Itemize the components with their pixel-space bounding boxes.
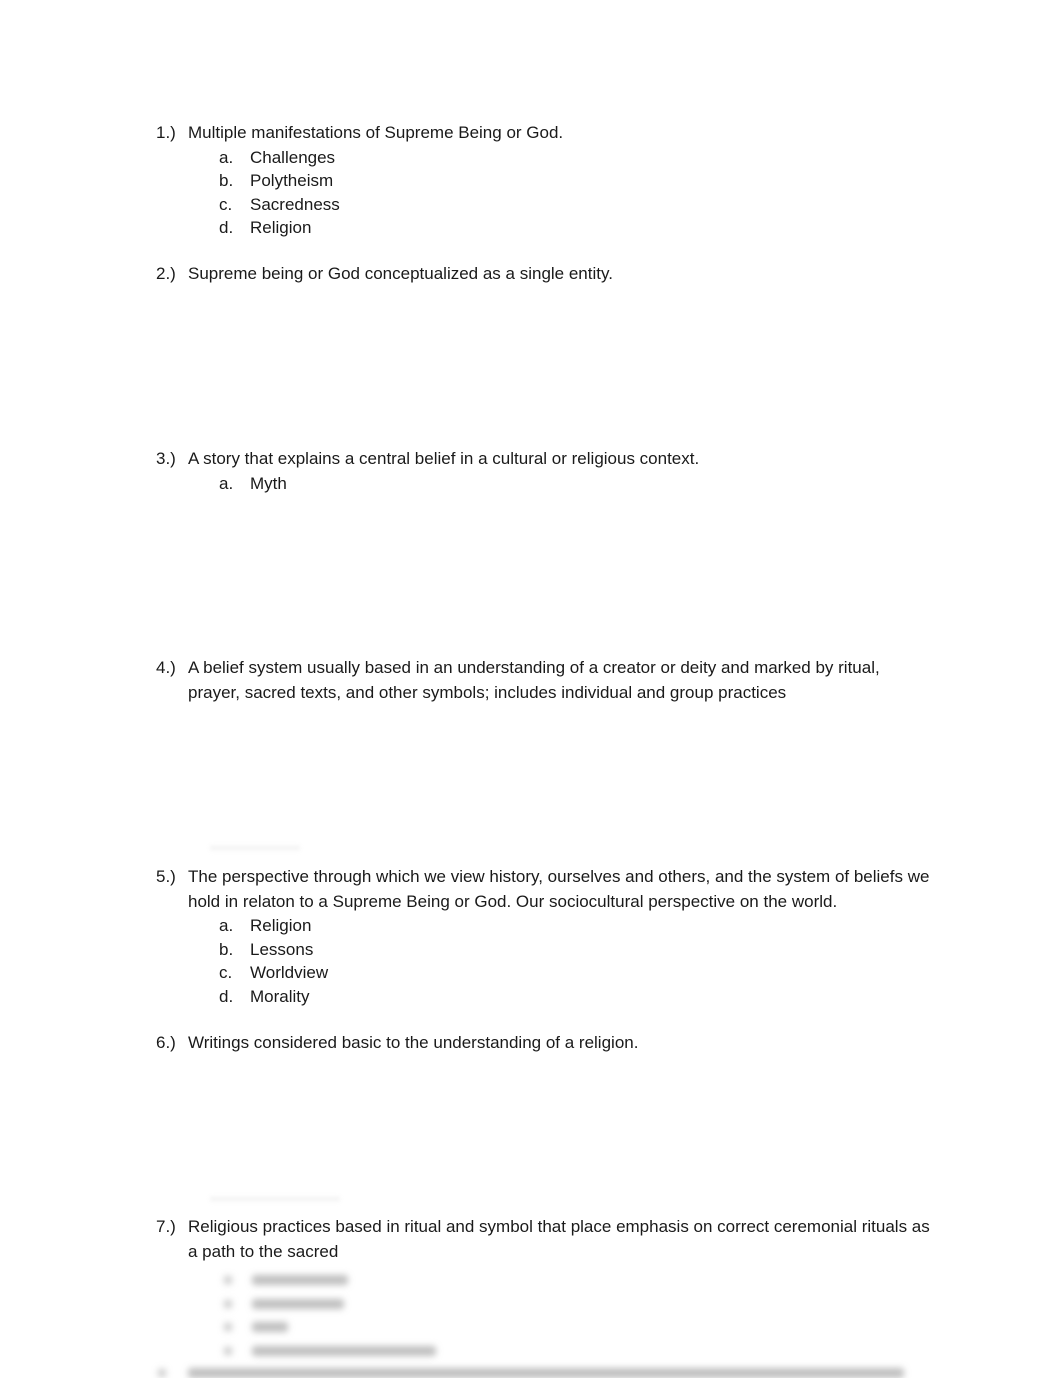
page-break-shadow — [210, 846, 300, 852]
page-break-shadow — [210, 1197, 340, 1203]
blurred-option-letter — [224, 1347, 232, 1355]
blurred-question-number — [158, 1369, 166, 1377]
option-text: Religion — [250, 218, 312, 237]
question-number: 7.) — [156, 1217, 176, 1236]
question-2: 2.) Supreme being or God conceptualized … — [156, 262, 936, 287]
option-text: Religion — [250, 916, 312, 935]
answer-option: b. Polytheism — [219, 169, 936, 193]
option-text: Lessons — [250, 939, 314, 959]
question-number: 5.) — [156, 867, 176, 886]
answer-option: c. Worldview — [219, 961, 936, 985]
answer-option: a. Religion — [219, 914, 936, 938]
answer-option: a. Challenges — [219, 146, 936, 170]
answer-option: c. Sacredness — [219, 193, 936, 217]
blurred-option — [252, 1299, 344, 1309]
answer-option: b. Lessons — [219, 938, 936, 962]
question-6: 6.) Writings considered basic to the und… — [156, 1031, 936, 1056]
option-text: Myth — [250, 473, 287, 493]
blurred-option — [252, 1322, 288, 1332]
question-number: 3.) — [156, 449, 176, 468]
answer-options: a. Religion b. Lessons c. Worldview d. M… — [219, 914, 936, 1008]
question-3: 3.) A story that explains a central beli… — [156, 447, 936, 495]
option-letter: a. — [219, 916, 234, 935]
document-page: 1.) Multiple manifestations of Supreme B… — [0, 0, 1062, 1378]
blurred-preview — [156, 1268, 936, 1378]
answer-option: d. Religion — [219, 216, 936, 240]
question-text: Writings considered basic to the underst… — [188, 1033, 639, 1052]
question-7: 7.) Religious practices based in ritual … — [156, 1215, 936, 1264]
question-number: 4.) — [156, 658, 176, 677]
question-number: 2.) — [156, 264, 176, 283]
question-1: 1.) Multiple manifestations of Supreme B… — [156, 121, 936, 240]
option-letter: c. — [219, 194, 233, 214]
option-letter: c. — [219, 963, 233, 982]
answer-options: a. Challenges b. Polytheism c. Sacrednes… — [219, 146, 936, 240]
option-text: Challenges — [250, 147, 336, 167]
option-letter: b. — [219, 939, 234, 959]
option-text: Morality — [250, 986, 310, 1006]
blurred-option-letter — [224, 1323, 232, 1331]
option-letter: a. — [219, 147, 234, 167]
question-text: A story that explains a central belief i… — [188, 449, 700, 468]
option-letter: d. — [219, 986, 234, 1006]
question-number: 1.) — [156, 123, 176, 142]
question-5: 5.) The perspective through which we vie… — [156, 865, 936, 1008]
blurred-option-letter — [224, 1276, 232, 1284]
option-letter: a. — [219, 473, 234, 493]
question-text: Religious practices based in ritual and … — [188, 1217, 930, 1261]
question-text: A belief system usually based in an unde… — [188, 658, 880, 702]
blurred-option — [252, 1346, 436, 1356]
answer-option: a. Myth — [219, 472, 936, 496]
option-letter: d. — [219, 218, 234, 237]
blurred-option — [252, 1275, 348, 1285]
question-text: Supreme being or God conceptualized as a… — [188, 264, 613, 283]
question-4: 4.) A belief system usually based in an … — [156, 656, 936, 705]
question-text: Multiple manifestations of Supreme Being… — [188, 123, 564, 142]
option-text: Worldview — [250, 963, 329, 982]
option-text: Polytheism — [250, 171, 334, 190]
answer-options: a. Myth — [219, 472, 936, 496]
option-text: Sacredness — [250, 194, 340, 214]
question-text: The perspective through which we view hi… — [188, 867, 930, 911]
option-letter: b. — [219, 171, 234, 190]
blurred-option-letter — [224, 1300, 232, 1308]
question-number: 6.) — [156, 1033, 176, 1052]
answer-option: d. Morality — [219, 985, 936, 1009]
